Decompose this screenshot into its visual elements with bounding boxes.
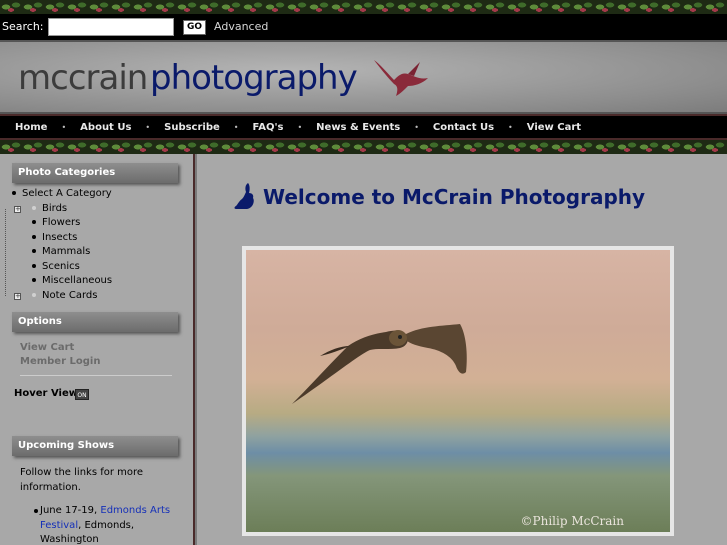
nav-separator: • — [233, 122, 239, 132]
category-mammals[interactable]: Mammals — [12, 246, 112, 261]
category-label: Flowers — [42, 217, 81, 228]
main-nav: Home • About Us • Subscribe • FAQ's • Ne… — [0, 114, 727, 140]
category-label: Birds — [42, 202, 68, 214]
decorative-leaf-strip-bottom — [0, 140, 727, 154]
main-content: Welcome to McCrain Photography ©Philip M… — [197, 154, 727, 545]
photo-categories-header: Photo Categories — [12, 163, 178, 183]
nav-subscribe[interactable]: Subscribe — [164, 122, 220, 133]
bullet-icon — [12, 191, 16, 195]
view-cart-link[interactable]: View Cart — [20, 342, 74, 353]
category-label: Miscellaneous — [42, 275, 113, 286]
expand-plus-icon[interactable]: + — [14, 205, 21, 213]
featured-photo-owl[interactable]: ©Philip McCrain — [246, 250, 670, 532]
category-insects[interactable]: Insects — [12, 232, 112, 247]
nav-separator: • — [508, 122, 513, 132]
category-label: Note Cards — [42, 289, 98, 301]
logo-text-photography[interactable]: photography — [150, 58, 358, 98]
nav-separator: • — [61, 122, 67, 132]
category-flowers[interactable]: Flowers — [12, 217, 112, 232]
bullet-icon — [32, 278, 36, 282]
nav-separator: • — [414, 122, 419, 132]
options-header: Options — [12, 312, 178, 332]
nav-faqs[interactable]: FAQ's — [253, 122, 284, 133]
nav-separator: • — [145, 122, 151, 132]
hover-view-toggle[interactable]: ON — [75, 389, 89, 400]
bullet-icon — [32, 234, 36, 239]
expand-plus-icon[interactable]: + — [14, 292, 21, 300]
nav-about-us[interactable]: About Us — [80, 122, 131, 133]
owl-in-flight-image — [292, 324, 467, 404]
logo-text-mccrain[interactable]: mccrain — [18, 58, 148, 98]
nav-contact-us[interactable]: Contact Us — [433, 122, 494, 133]
upcoming-shows-header: Upcoming Shows — [12, 436, 178, 456]
bullet-icon — [32, 220, 36, 224]
category-scenics[interactable]: Scenics — [12, 261, 112, 276]
decorative-leaf-strip-top — [0, 0, 727, 14]
shows-intro-text: Follow the links for more information. — [20, 467, 144, 493]
tree-connector-line — [5, 209, 6, 296]
advanced-search-link[interactable]: Advanced — [214, 20, 268, 33]
shows-list: June 17-19, Edmonds Arts Festival, Edmon… — [34, 504, 190, 545]
category-label: Scenics — [42, 260, 80, 272]
search-input[interactable] — [48, 18, 174, 36]
page-title: Welcome to McCrain Photography — [263, 185, 646, 209]
bullet-icon — [34, 509, 38, 513]
search-bar: Search: GO Advanced — [0, 14, 727, 40]
member-login-link[interactable]: Member Login — [20, 356, 100, 367]
sidebar: Photo Categories Select A Category + Bird… — [0, 154, 195, 545]
bullet-icon — [32, 249, 36, 253]
category-tree: Select A Category + Birds Flowers Insects… — [12, 188, 112, 304]
nav-home[interactable]: Home — [15, 122, 47, 133]
category-miscellaneous[interactable]: Miscellaneous — [12, 275, 112, 290]
nav-view-cart[interactable]: View Cart — [527, 122, 581, 133]
search-label: Search: — [2, 20, 44, 33]
nav-separator: • — [297, 122, 303, 132]
category-note-cards[interactable]: + Note Cards — [12, 290, 112, 305]
category-label: Mammals — [42, 246, 91, 257]
featured-photo-frame: ©Philip McCrain — [242, 246, 674, 536]
go-button[interactable]: GO — [183, 20, 207, 35]
bullet-icon — [32, 263, 36, 268]
nav-news-events[interactable]: News & Events — [316, 122, 400, 133]
category-select[interactable]: Select A Category — [12, 188, 112, 203]
site-banner: mccrain photography — [0, 40, 727, 114]
heron-logo-icon — [374, 60, 428, 96]
show-item: June 17-19, Edmonds Arts Festival, Edmon… — [34, 504, 190, 545]
rabbit-icon — [234, 183, 254, 209]
category-label: Select A Category — [22, 188, 112, 199]
category-birds[interactable]: + Birds — [12, 203, 112, 218]
options-divider — [20, 375, 172, 376]
hover-view-label: Hover View: — [14, 388, 82, 399]
show-date: June 17-19, — [40, 505, 98, 516]
photo-credit: ©Philip McCrain — [520, 514, 624, 528]
category-label: Insects — [42, 231, 78, 243]
bullet-icon — [32, 292, 36, 297]
bullet-icon — [32, 205, 36, 210]
